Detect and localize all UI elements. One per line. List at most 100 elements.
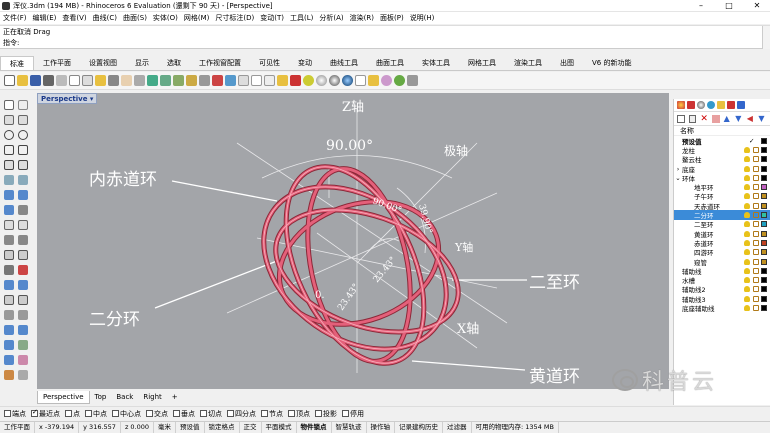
- command-line[interactable]: 指令:: [0, 37, 770, 49]
- circle-icon[interactable]: [4, 130, 14, 140]
- curve-icon[interactable]: [18, 115, 28, 125]
- visibility-bulb-icon[interactable]: [744, 212, 750, 219]
- box-icon[interactable]: [4, 190, 14, 200]
- menu-file[interactable]: 文件(F): [0, 12, 30, 24]
- osnap-checkbox[interactable]: [261, 410, 268, 417]
- osnap-option[interactable]: 投影: [315, 409, 337, 419]
- move-icon[interactable]: [4, 295, 14, 305]
- trim-icon[interactable]: [18, 265, 28, 275]
- libraries-tab-icon[interactable]: [727, 101, 735, 109]
- tab-surface-tools[interactable]: 曲面工具: [367, 56, 413, 70]
- layer-color-swatch[interactable]: [761, 165, 767, 172]
- zoom-extents-icon[interactable]: [173, 75, 184, 86]
- layer-color-swatch[interactable]: [761, 286, 767, 293]
- osnap-checkbox[interactable]: [173, 410, 180, 417]
- tab-right[interactable]: Right: [138, 391, 166, 403]
- dimension-icon[interactable]: [368, 75, 379, 86]
- filter-icon[interactable]: [712, 114, 720, 123]
- light-icon[interactable]: [4, 250, 14, 260]
- layer-color-swatch[interactable]: [761, 202, 767, 209]
- osnap-checkbox[interactable]: [315, 410, 322, 417]
- rotate-view-icon[interactable]: [134, 75, 145, 86]
- tab-perspective[interactable]: Perspective: [37, 390, 90, 404]
- move-up-icon[interactable]: ▲: [724, 114, 732, 123]
- layer-row[interactable]: 鳌云柱: [674, 155, 770, 164]
- layer-color-swatch[interactable]: [761, 193, 767, 200]
- viewport-title[interactable]: Perspective ▾: [37, 93, 98, 104]
- properties-tab-icon[interactable]: [677, 101, 685, 109]
- join-icon[interactable]: [18, 280, 28, 290]
- tab-cplanes[interactable]: 工作平面: [34, 56, 80, 70]
- minimize-button[interactable]: –: [689, 0, 713, 12]
- polygon-icon[interactable]: [18, 145, 28, 155]
- save-icon[interactable]: [30, 75, 41, 86]
- layer-row[interactable]: 二分环: [674, 210, 770, 220]
- tab-set-view[interactable]: 设置视图: [80, 56, 126, 70]
- osnap-checkbox[interactable]: [227, 410, 234, 417]
- visibility-bulb-icon[interactable]: [744, 267, 750, 274]
- menu-surface[interactable]: 曲面(S): [120, 12, 150, 24]
- lock-icon[interactable]: [753, 165, 759, 172]
- layer-row[interactable]: 底座辅助线: [674, 303, 770, 313]
- copy-object-icon[interactable]: [18, 295, 28, 305]
- osnap-checkbox[interactable]: [146, 410, 153, 417]
- osnap-option[interactable]: 四分点: [227, 409, 256, 419]
- camera-icon[interactable]: [18, 250, 28, 260]
- status-filter[interactable]: 过滤器: [443, 422, 472, 433]
- osnap-option[interactable]: 中心点: [112, 409, 141, 419]
- visibility-bulb-icon[interactable]: [744, 239, 750, 246]
- status-units[interactable]: 毫米: [154, 422, 177, 433]
- select-icon[interactable]: [251, 75, 262, 86]
- tab-mesh-tools[interactable]: 网格工具: [459, 56, 505, 70]
- visibility-bulb-icon[interactable]: [744, 277, 750, 284]
- hatch-icon[interactable]: [4, 235, 14, 245]
- sun-icon[interactable]: [394, 75, 405, 86]
- osnap-option[interactable]: 最近点: [31, 408, 60, 419]
- command-line-scrollbar[interactable]: [762, 37, 770, 49]
- layer-row[interactable]: 预设值 ✓: [674, 136, 770, 146]
- status-planar[interactable]: 平面模式: [262, 422, 297, 433]
- visibility-bulb-icon[interactable]: [744, 295, 750, 302]
- four-views-icon[interactable]: [225, 75, 236, 86]
- layers-icon[interactable]: [290, 75, 301, 86]
- layer-row[interactable]: ⌄ 环体: [674, 173, 770, 183]
- material-icon[interactable]: [342, 75, 353, 86]
- tab-render-tools[interactable]: 渲染工具: [505, 56, 551, 70]
- layer-color-swatch[interactable]: [761, 267, 767, 274]
- lock-icon[interactable]: [753, 286, 759, 293]
- menu-mesh[interactable]: 网格(M): [181, 12, 213, 24]
- mesh-icon[interactable]: [18, 205, 28, 215]
- visibility-bulb-icon[interactable]: [744, 230, 750, 237]
- menu-tools[interactable]: 工具(L): [287, 12, 316, 24]
- status-smarttrack[interactable]: 智慧轨迹: [332, 422, 367, 433]
- open-folder-icon[interactable]: [17, 75, 28, 86]
- visibility-bulb-icon[interactable]: [744, 146, 750, 153]
- lock-icon[interactable]: [753, 212, 759, 219]
- sphere-icon[interactable]: [4, 205, 14, 215]
- layer-color-swatch[interactable]: [761, 156, 767, 163]
- lock-icon[interactable]: [753, 258, 759, 265]
- zoom-icon[interactable]: [147, 75, 158, 86]
- lock-icon[interactable]: [753, 267, 759, 274]
- menu-dimension[interactable]: 尺寸标注(D): [212, 12, 257, 24]
- extrude-icon[interactable]: [18, 190, 28, 200]
- arc-icon[interactable]: [18, 130, 28, 140]
- offset-curve-icon[interactable]: [18, 160, 28, 170]
- osnap-option[interactable]: 节点: [261, 409, 283, 419]
- render-icon[interactable]: [329, 75, 340, 86]
- current-layer-check-icon[interactable]: ✓: [749, 137, 759, 145]
- lock-icon[interactable]: [753, 202, 759, 209]
- fillet-curve-icon[interactable]: [4, 160, 14, 170]
- lock-icon[interactable]: [753, 304, 759, 311]
- render-material-icon[interactable]: [4, 370, 14, 380]
- rectangle-icon[interactable]: [4, 145, 14, 155]
- status-gumball[interactable]: 操作轴: [367, 422, 396, 433]
- osnap-checkbox[interactable]: [85, 410, 92, 417]
- paste-icon[interactable]: [95, 75, 106, 86]
- cplane-icon[interactable]: [212, 75, 223, 86]
- layer-row[interactable]: 赤道环: [674, 238, 770, 248]
- properties-icon[interactable]: [303, 75, 314, 86]
- tab-visibility[interactable]: 可见性: [250, 56, 289, 70]
- text-icon[interactable]: [4, 220, 14, 230]
- layer-color-swatch[interactable]: [761, 212, 767, 219]
